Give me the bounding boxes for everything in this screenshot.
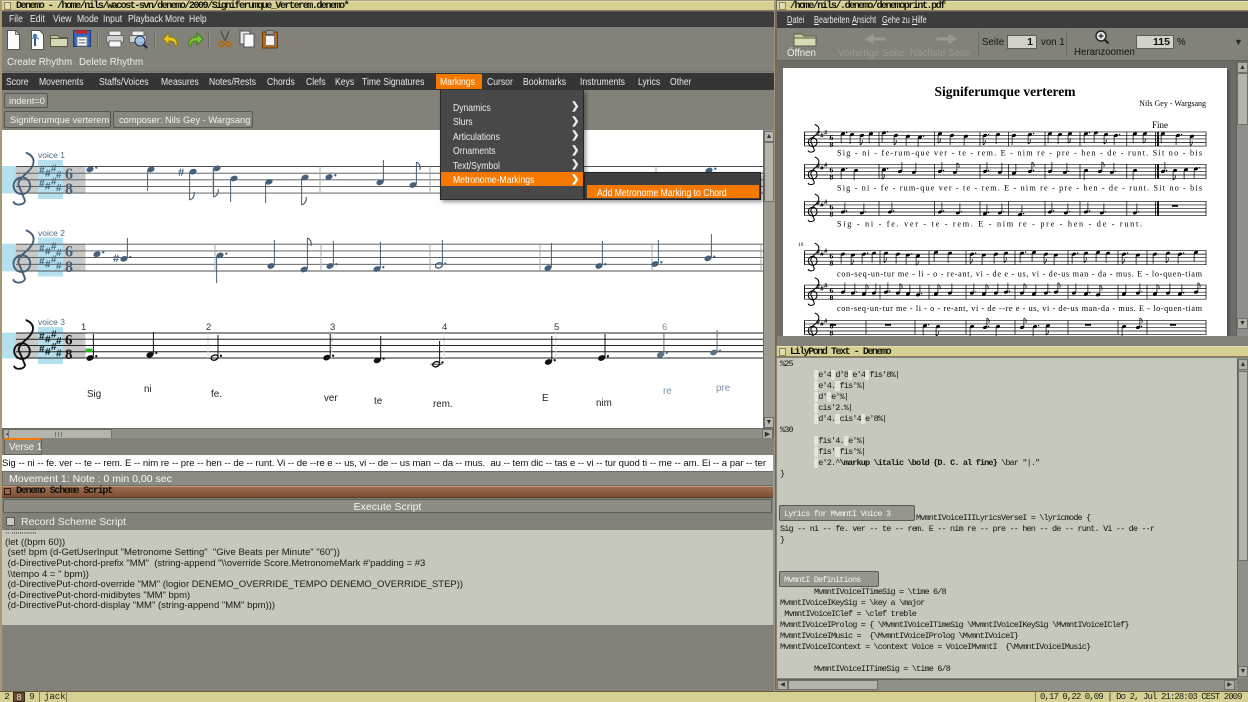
svg-text:re: re: [663, 386, 672, 397]
svg-text:8: 8: [830, 209, 834, 218]
svg-text:6: 6: [662, 322, 667, 333]
svg-text:nim: nim: [596, 398, 612, 409]
svg-text:#: #: [56, 170, 62, 181]
svg-text:E: E: [542, 393, 549, 404]
svg-text:1: 1: [81, 322, 86, 333]
svg-text:con-seq-un-tur me - li - o - r: con-seq-un-tur me - li - o - re-ant, vi …: [837, 304, 1203, 313]
svg-text:fe.: fe.: [211, 389, 222, 400]
svg-text:ver: ver: [324, 393, 338, 404]
svg-text:te: te: [374, 396, 383, 407]
svg-text:8: 8: [830, 293, 834, 302]
svg-text:voice 3: voice 3: [38, 317, 65, 327]
svg-text:Fine: Fine: [1152, 120, 1168, 130]
svg-text:8: 8: [65, 347, 73, 363]
svg-text:#: #: [56, 248, 62, 259]
svg-text:8: 8: [65, 259, 73, 276]
svg-text:8: 8: [65, 181, 73, 198]
svg-text:5: 5: [554, 322, 559, 333]
svg-text:3: 3: [330, 322, 335, 333]
svg-text:#: #: [56, 261, 62, 272]
svg-text:ni: ni: [144, 384, 152, 395]
svg-text:Sig - ni - fe.: Sig - ni - fe. ver - te - rem. E - nim r…: [837, 220, 1142, 229]
svg-text:con-seq-un-tur me - li - o - r: con-seq-un-tur me - li - o - re-ant, vi …: [837, 270, 1203, 279]
svg-text:pre: pre: [716, 383, 731, 394]
svg-text:rem.: rem.: [433, 399, 453, 410]
svg-text:8: 8: [830, 328, 834, 336]
svg-text:Sig - ni - fe-rum-que ver -: Sig - ni - fe-rum-que ver - te - rem. E …: [837, 149, 1202, 158]
svg-text:Sig - ni - fe - rum-: Sig - ni - fe - rum-que ver - te - rem. …: [837, 184, 1202, 193]
svg-text:#: #: [56, 349, 62, 360]
svg-text:#: #: [56, 183, 62, 194]
svg-text:#: #: [113, 253, 119, 265]
svg-text:8: 8: [830, 140, 834, 149]
svg-text:Signiferumque verterem: Signiferumque verterem: [934, 84, 1076, 99]
svg-text:#: #: [178, 167, 184, 179]
svg-text:10: 10: [798, 242, 804, 248]
svg-text:2: 2: [206, 322, 211, 333]
svg-text:8: 8: [830, 172, 834, 181]
svg-text:8: 8: [830, 259, 834, 268]
svg-text:#: #: [56, 336, 62, 347]
svg-text:4: 4: [442, 322, 447, 333]
svg-text:voice 1: voice 1: [38, 150, 65, 160]
svg-text:Sig: Sig: [87, 389, 101, 400]
svg-text:Nils Gey - Wargsang: Nils Gey - Wargsang: [1139, 99, 1206, 108]
svg-text:voice 2: voice 2: [38, 228, 65, 238]
